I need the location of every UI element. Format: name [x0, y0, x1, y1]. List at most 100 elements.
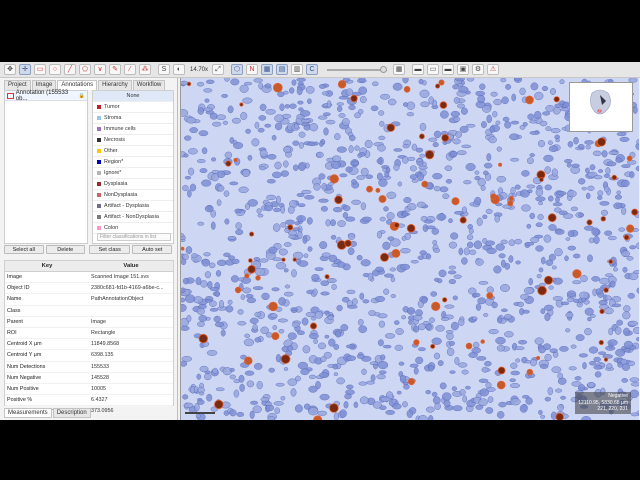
class-filter-input[interactable]: Filter classifications in list: [97, 233, 171, 241]
class-color-swatch: [97, 138, 101, 142]
table-cell-value: 373.0956: [91, 408, 114, 415]
toolbar: ✥ ✛ ▭ ○ ╱ ⬠ ∨ ✎ ⁄ ⁂ S ◐ 14.70x ⤢ ⬡ N ▦ ▤…: [0, 62, 640, 78]
class-color-swatch: [97, 182, 101, 186]
tab-hierarchy[interactable]: Hierarchy: [98, 80, 132, 90]
points-tool-icon[interactable]: ⁄: [124, 64, 136, 75]
class-item-label: Tumor: [104, 104, 120, 110]
analysis-tabs: Project Image Annotations Hierarchy Work…: [0, 78, 177, 90]
polyline-tool-icon[interactable]: ⬠: [79, 64, 91, 75]
show-detections-icon[interactable]: ▤: [276, 64, 289, 75]
table-row[interactable]: Num Positive 10005: [5, 384, 173, 396]
class-item[interactable]: Necrosis: [93, 135, 173, 146]
table-cell-key: Class: [7, 307, 21, 314]
tab-project[interactable]: Project: [4, 80, 31, 90]
annotation-pane: Annotation (155533 ob... 🔒 None Tumor Stro…: [4, 90, 174, 245]
log-icon[interactable]: ⚠: [487, 64, 500, 75]
qupath-window: ✥ ✛ ▭ ○ ╱ ⬠ ∨ ✎ ⁄ ⁂ S ◐ 14.70x ⤢ ⬡ N ▦ ▤…: [0, 62, 640, 420]
measurement-table: Key Value Image Scanned Image 151.svs Obje…: [4, 260, 174, 418]
table-row[interactable]: Positive % 6.4327: [5, 395, 173, 407]
opacity-slider-knob[interactable]: [380, 65, 388, 73]
table-cell-key: Centroid X µm: [7, 341, 42, 348]
table-cell-key: Num Negative: [7, 374, 42, 381]
measure-icon[interactable]: ▭: [427, 64, 440, 75]
ellipse-tool-icon[interactable]: ▭: [34, 64, 46, 75]
slide-overview-thumbnail[interactable]: [569, 82, 633, 132]
set-class-button[interactable]: Set class: [89, 245, 131, 254]
table-row[interactable]: ROI Rectangle: [5, 328, 173, 340]
zoom-level: 14.70x: [190, 66, 209, 73]
show-names-icon[interactable]: N: [246, 64, 259, 75]
opacity-slider[interactable]: [327, 65, 388, 73]
class-color-swatch: [97, 127, 101, 131]
class-list[interactable]: None Tumor Stroma Immune cells Necrosis Other…: [92, 90, 174, 245]
table-row[interactable]: Class: [5, 306, 173, 317]
table-row[interactable]: Centroid X µm 11849.8568: [5, 339, 173, 351]
rotate-icon[interactable]: ▬: [412, 64, 425, 75]
polygon-tool-icon[interactable]: ╱: [64, 64, 76, 75]
rectangle-tool-icon[interactable]: ✛: [19, 64, 31, 75]
table-row[interactable]: Parent Image: [5, 317, 173, 328]
tab-workflow[interactable]: Workflow: [132, 80, 166, 90]
table-cell-value: 155533: [91, 363, 109, 370]
view-icon[interactable]: ▣: [457, 64, 470, 75]
class-item-label: Artifact - Dysplasia: [104, 203, 149, 209]
tab-annotations[interactable]: Annotations: [57, 80, 98, 90]
class-item[interactable]: Artifact - NonDysplasia: [93, 212, 173, 223]
table-row[interactable]: Num Negative 145528: [5, 373, 173, 384]
class-item-label: Artifact - NonDysplasia: [104, 214, 159, 220]
zoom-to-fit-icon[interactable]: ⤢: [212, 64, 225, 75]
table-cell-value: Rectangle: [91, 330, 116, 337]
class-item[interactable]: Tumor: [93, 102, 173, 113]
class-item[interactable]: Region*: [93, 157, 173, 168]
show-annotations-icon[interactable]: ⬡: [231, 64, 244, 75]
select-all-button[interactable]: Select all: [4, 245, 44, 254]
class-item-label: Colon: [104, 225, 119, 231]
class-item[interactable]: Dysplasia: [93, 179, 173, 190]
auto-set-button[interactable]: Auto set: [132, 245, 172, 254]
slide-viewer[interactable]: Negative 12110.95, 5830.68 µm 221, 220, …: [180, 78, 639, 420]
selection-mode-s-icon[interactable]: S: [158, 64, 170, 75]
tab-image[interactable]: Image: [31, 80, 57, 90]
table-cell-key: Name: [7, 296, 22, 303]
selection-mode-icon[interactable]: ⁂: [139, 64, 151, 75]
pixel-classification-icon[interactable]: C: [306, 64, 319, 75]
class-item-label: NonDysplasia: [104, 192, 138, 198]
class-item-label: Immune cells: [104, 126, 136, 132]
class-item[interactable]: Stroma: [93, 113, 173, 124]
class-item[interactable]: Artifact - Dysplasia: [93, 201, 173, 212]
wand-tool-icon[interactable]: ✎: [109, 64, 121, 75]
table-row[interactable]: Num Detections 155533: [5, 362, 173, 373]
class-item-label: Ignore*: [104, 170, 122, 176]
settings-icon[interactable]: ⚙: [472, 64, 485, 75]
table-row[interactable]: Object ID 2380c681-fd1b-4169-a6be-c...: [5, 283, 173, 295]
column-header-value[interactable]: Value: [89, 261, 173, 271]
class-color-swatch: [97, 215, 101, 219]
show-tma-grid-icon[interactable]: ▦: [261, 64, 274, 75]
class-item[interactable]: NonDysplasia: [93, 190, 173, 201]
class-item[interactable]: None: [93, 91, 173, 102]
annotation-list-item[interactable]: Annotation (155533 ob... 🔒: [5, 90, 87, 102]
fill-detections-icon[interactable]: ▥: [291, 64, 304, 75]
brush-tool-icon[interactable]: ∨: [94, 64, 106, 75]
class-item[interactable]: Other: [93, 146, 173, 157]
tab-description[interactable]: Description: [52, 408, 91, 418]
brightness-contrast-icon[interactable]: ◐: [173, 64, 185, 75]
annotation-list[interactable]: Annotation (155533 ob... 🔒: [4, 90, 88, 244]
table-row[interactable]: Name PathAnnotationObject: [5, 294, 173, 306]
class-item[interactable]: Ignore*: [93, 168, 173, 179]
move-tool-icon[interactable]: ✥: [4, 64, 16, 75]
line-tool-icon[interactable]: ○: [49, 64, 61, 75]
bottom-tabs: Measurements Description: [4, 408, 92, 418]
class-color-swatch: [97, 160, 101, 164]
class-color-swatch: [97, 105, 101, 109]
class-color-swatch: [97, 149, 101, 153]
grid-icon[interactable]: ▬: [442, 64, 455, 75]
overview-icon[interactable]: ▦: [393, 64, 406, 75]
table-row[interactable]: Centroid Y µm 6398.135: [5, 350, 173, 362]
tab-measurements[interactable]: Measurements: [4, 408, 52, 418]
delete-button[interactable]: Delete: [45, 245, 85, 254]
column-header-key[interactable]: Key: [5, 261, 89, 271]
class-item[interactable]: Immune cells: [93, 124, 173, 135]
table-cell-key: Centroid Y µm: [7, 352, 42, 359]
table-row[interactable]: Image Scanned Image 151.svs: [5, 272, 173, 284]
